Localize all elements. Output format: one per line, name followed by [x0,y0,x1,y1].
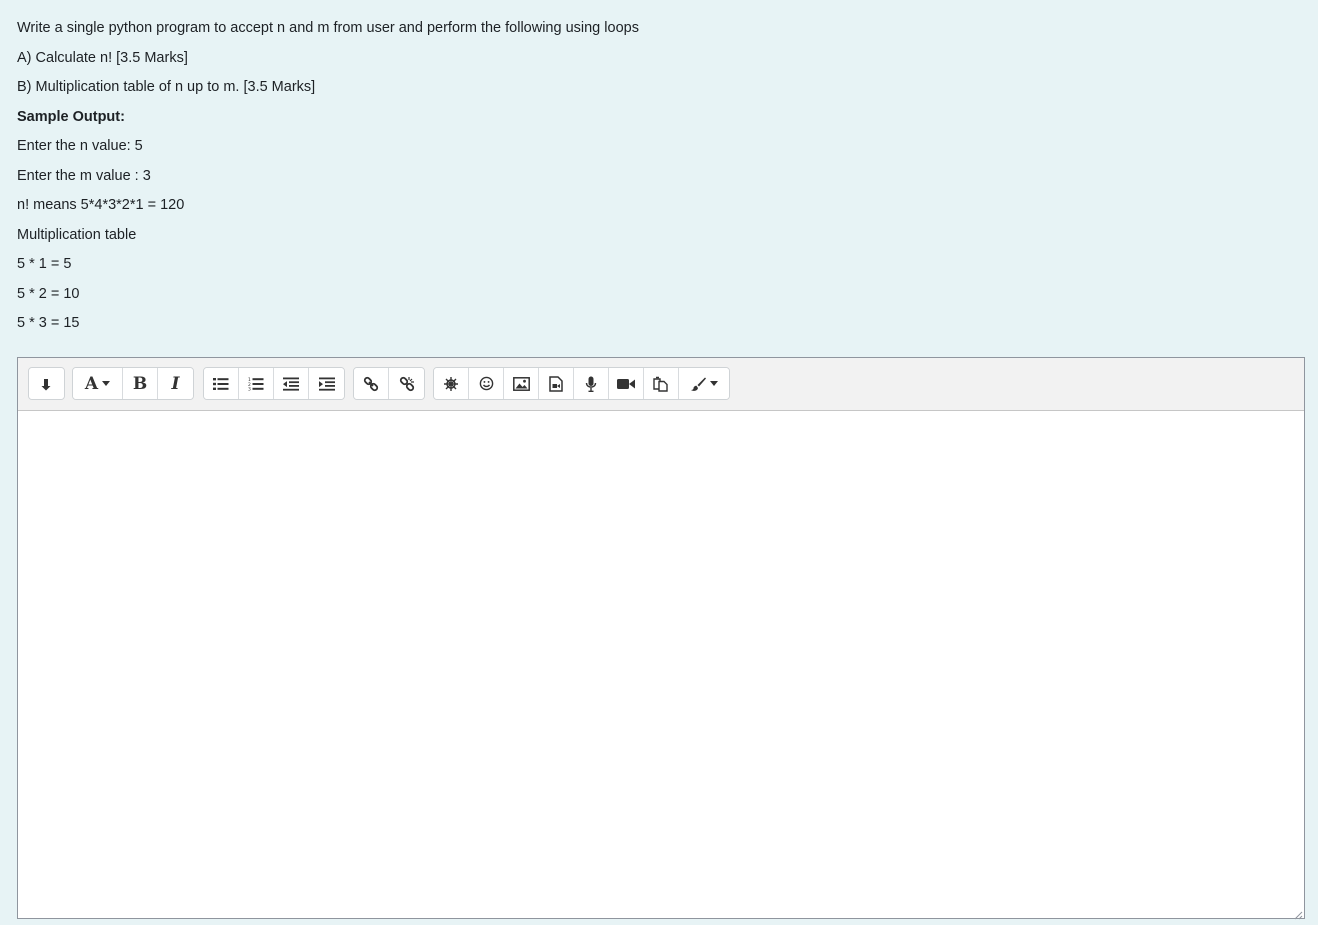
insert-image-icon [512,376,530,391]
unlink-button[interactable] [389,368,424,399]
special-character-icon [443,376,459,392]
indent-icon [318,377,335,391]
unordered-list-icon [213,377,229,391]
insert-image-button[interactable] [504,368,539,399]
collapse-toolbar-icon [41,377,53,391]
outdent-icon [283,377,299,391]
insert-media-icon [549,375,563,392]
font-color-button[interactable] [679,368,729,399]
toolbar-group-lists: 123 [203,367,345,400]
question-line: 5 * 1 = 5 [17,256,72,272]
unordered-list-button[interactable] [204,368,239,399]
collapse-toolbar-button[interactable] [29,368,64,399]
resize-handle-icon[interactable] [1293,907,1303,920]
toolbar-group-collapse [28,367,65,400]
indent-button[interactable] [309,368,344,399]
question-line: A) Calculate n! [3.5 Marks] [17,49,188,66]
question-line: 5 * 2 = 10 [17,285,80,302]
toolbar-group-links [353,367,425,400]
font-color-dropdown-icon [690,377,718,391]
manage-files-icon [653,376,669,392]
italic-icon: I [171,373,180,394]
outdent-button[interactable] [274,368,309,399]
record-video-button[interactable] [609,368,644,399]
emoticon-icon [479,376,494,391]
question-line: Multiplication table [17,226,137,243]
emoticon-button[interactable] [469,368,504,399]
ordered-list-icon: 123 [248,377,264,391]
insert-media-button[interactable] [539,368,574,399]
unlink-icon [399,376,415,392]
ordered-list-button[interactable]: 123 [239,368,274,399]
bold-button[interactable]: B [123,368,158,399]
editor-toolbar: A B I 123 [18,358,1304,411]
question-line: Enter the n value: 5 [17,138,143,154]
font-style-dropdown-icon: A [85,374,111,394]
question-line: Write a single python program to accept … [17,20,639,36]
italic-button[interactable]: I [158,368,193,399]
link-icon [363,376,379,392]
question-line: n! means 5*4*3*2*1 = 120 [17,197,185,213]
question-line: 5 * 3 = 15 [17,315,80,331]
toolbar-group-insert [433,367,730,400]
toolbar-group-style: A B I [72,367,194,400]
answer-editor: A B I 123 [17,357,1305,920]
manage-files-button[interactable] [644,368,679,399]
link-button[interactable] [354,368,389,399]
question-line: B) Multiplication table of n up to m. [3… [17,79,316,95]
bold-icon: B [132,373,148,394]
special-character-button[interactable] [434,368,469,399]
sample-output-heading: Sample Output: [17,108,125,125]
font-style-button[interactable]: A [73,368,123,399]
record-video-icon [617,378,635,390]
question-text: Write a single python program to accept … [17,19,1297,344]
record-audio-icon [585,376,597,392]
svg-text:3: 3 [248,386,251,390]
question-line: Enter the m value : 3 [17,167,151,184]
record-audio-button[interactable] [574,368,609,399]
editor-content-area[interactable] [18,411,1304,918]
